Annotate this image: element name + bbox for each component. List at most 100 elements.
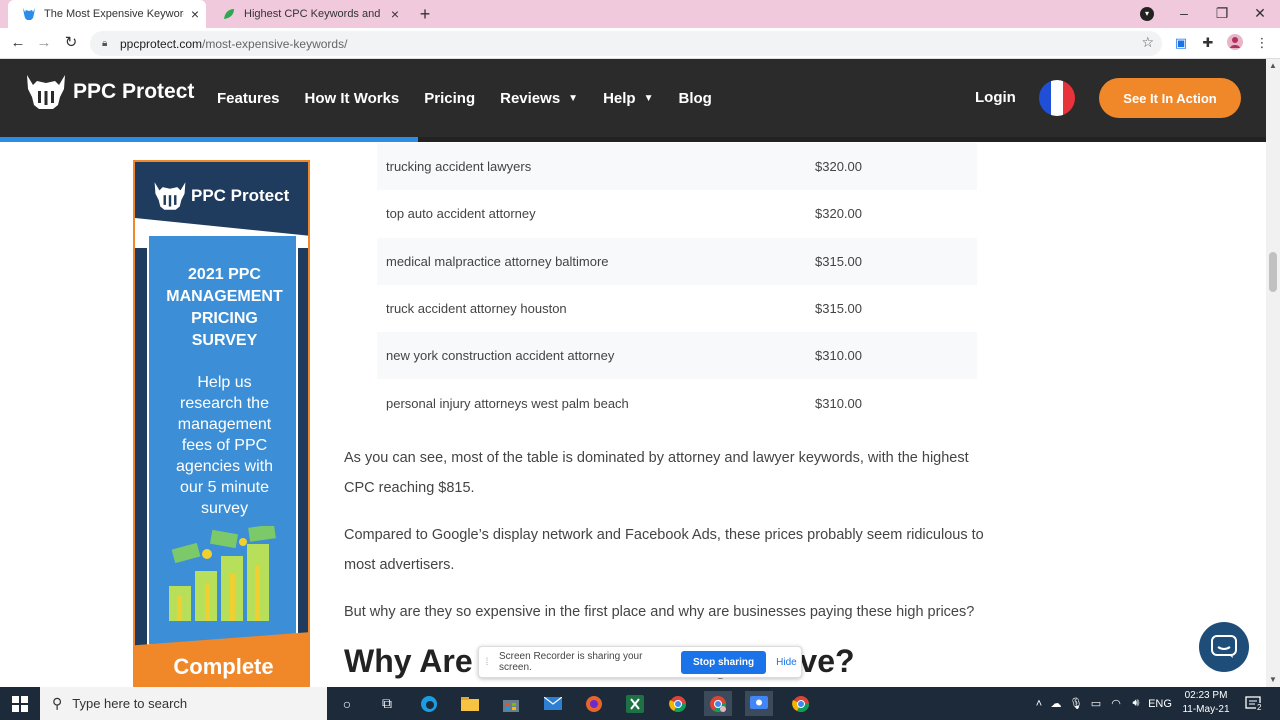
onedrive-cloud-icon[interactable]: ☁ [1046,697,1066,710]
tab-highest-cpc-keywords[interactable]: Highest CPC Keywords and Best × [208,0,406,28]
complete-survey-button[interactable]: Complete [135,654,308,680]
new-tab-button[interactable]: + [414,3,436,25]
file-explorer-icon[interactable] [456,691,484,716]
table-row: personal injury attorneys west palm beac… [377,379,977,426]
notification-count: 2 [1256,703,1263,712]
back-arrow-icon[interactable]: ← [7,32,29,54]
article-paragraph-1: As you can see, most of the table is dom… [344,443,1024,503]
address-bar[interactable]: 🔒︎ ppcprotect.com/most-expensive-keyword… [90,31,1162,56]
tray-chevron-up-icon[interactable]: ˄ [1032,698,1046,710]
keyword-cell: truck accident attorney houston [386,301,567,317]
excel-icon[interactable] [621,691,649,716]
recorder-message: Screen Recorder is sharing your screen. [499,651,643,673]
keyword-cell: top auto accident attorney [386,206,536,222]
banner-heading-line: MANAGEMENT [166,288,283,305]
caret-down-icon: ▼ [568,92,579,104]
browser-menu-icon[interactable]: ⋮ [1253,34,1271,52]
tab-strip: The Most Expensive Keywords On × Highest… [0,0,1280,28]
paragraph-line: most advertisers. [344,557,455,573]
nav-help[interactable]: Help ▼ [603,90,653,107]
caret-down-icon: ▼ [643,92,654,104]
notification-center-icon[interactable]: 2 [1244,694,1264,714]
nav-how-it-works[interactable]: How It Works [305,90,400,107]
scroll-up-arrow-icon[interactable]: ▲ [1266,59,1280,73]
mail-icon[interactable] [539,691,567,716]
table-row: truck accident attorney houston $315.00 [377,285,977,332]
scroll-down-arrow-icon[interactable]: ▼ [1266,673,1280,687]
nav-blog[interactable]: Blog [679,90,712,107]
windows-start-icon[interactable] [0,687,40,720]
paragraph-line: CPC reaching $815. [344,480,475,496]
maximize-icon[interactable]: ❐ [1203,0,1241,28]
main-nav: Features How It Works Pricing Reviews ▼ H… [217,59,737,137]
bookmark-star-icon[interactable]: ☆ [1141,34,1154,51]
reload-icon[interactable]: ↻ [60,32,82,54]
tab-most-expensive-keywords[interactable]: The Most Expensive Keywords On × [8,0,206,28]
banner-heading-line: SURVEY [191,332,258,349]
system-tray: ˄ ☁ 🎙︎ ▭ ◠ 🔊︎ ENG [1032,687,1174,720]
cpc-cell: $310.00 [815,395,862,411]
chrome-profile-icon[interactable] [704,691,732,716]
close-tab-icon[interactable]: × [384,6,406,22]
banner-heading: 2021 PPC MANAGEMENT PRICING SURVEY [149,264,300,352]
search-icon: ⚲ [52,695,63,711]
banner-heading-line: 2021 PPC [188,266,261,283]
store-icon[interactable] [497,691,525,716]
banner-subtext: Help us research the management fees of … [157,372,292,519]
profile-avatar-icon[interactable] [1226,34,1244,52]
chat-launcher-button[interactable] [1199,622,1249,672]
survey-banner[interactable]: PPC Protect 2021 PPC MANAGEMENT PRICING … [133,160,310,687]
extensions-puzzle-icon[interactable]: ✚ [1199,34,1217,52]
nav-features[interactable]: Features [217,90,280,107]
drag-handle-icon[interactable]: ⁞ [479,657,495,668]
cpc-cell: $315.00 [815,301,862,317]
banner-sub-line: Help us [197,374,252,391]
microphone-icon[interactable]: 🎙︎ [1066,697,1086,710]
keyword-cpc-table: trucking accident lawyers $320.00 top au… [377,143,977,427]
minimize-icon[interactable]: – [1165,0,1203,28]
windows-taskbar: ⚲ Type here to search ○ ⧉ ˄ ☁ 🎙︎ ▭ ◠ 🔊︎ … [0,687,1280,720]
chrome-icon[interactable] [664,691,692,716]
edge-browser-icon[interactable] [415,691,443,716]
nav-reviews[interactable]: Reviews ▼ [500,90,578,107]
chrome-icon[interactable] [787,691,815,716]
site-header: PPC Protect Features How It Works Pricin… [0,59,1266,137]
browser-toolbar: ← → ↻ 🔒︎ ppcprotect.com/most-expensive-k… [0,28,1280,59]
paragraph-line: As you can see, most of the table is dom… [344,450,969,466]
french-flag-icon[interactable] [1039,80,1075,116]
wifi-icon[interactable]: ◠ [1106,697,1126,710]
cpc-cell: $315.00 [815,253,862,269]
cpc-cell: $310.00 [815,348,862,364]
firefox-icon[interactable] [580,691,608,716]
tab-search-icon[interactable]: ▾ [1140,7,1154,21]
url-host: ppcprotect.com [120,36,203,51]
banner-sub-line: our 5 minute [180,479,269,496]
close-tab-icon[interactable]: × [184,6,206,22]
money-bar-chart-icon [169,526,276,621]
screen-recorder-icon[interactable] [745,691,773,716]
ppc-protect-favicon-icon [22,7,36,21]
login-link[interactable]: Login [975,89,1016,106]
cast-icon[interactable]: ▣ [1172,34,1190,52]
nav-pricing[interactable]: Pricing [424,90,475,107]
battery-icon[interactable]: ▭ [1086,697,1106,710]
cpc-cell: $320.00 [815,206,862,222]
volume-icon[interactable]: 🔊︎ [1126,697,1146,710]
chat-bubble-icon [1211,635,1237,658]
stop-sharing-button[interactable]: Stop sharing [681,650,767,674]
viking-helmet-icon [154,182,186,210]
scrollbar-thumb[interactable] [1269,252,1277,292]
hide-button[interactable]: Hide [776,657,797,668]
taskbar-search-input[interactable]: ⚲ Type here to search [40,687,327,720]
site-logo[interactable]: PPC Protect [25,75,194,109]
taskbar-clock[interactable]: 02:23 PM 11-May-21 [1180,689,1232,717]
banner-logo: PPC Protect [153,182,289,210]
forward-arrow-icon[interactable]: → [33,32,55,54]
cortana-icon[interactable]: ○ [333,691,361,716]
page-scrollbar[interactable]: ▲ ▼ [1266,59,1280,687]
task-view-icon[interactable]: ⧉ [373,691,401,716]
close-window-icon[interactable]: ✕ [1241,0,1279,28]
see-it-in-action-button[interactable]: See It In Action [1099,78,1241,118]
banner-sub-line: fees of PPC [181,437,268,454]
language-indicator[interactable]: ENG [1146,698,1174,710]
